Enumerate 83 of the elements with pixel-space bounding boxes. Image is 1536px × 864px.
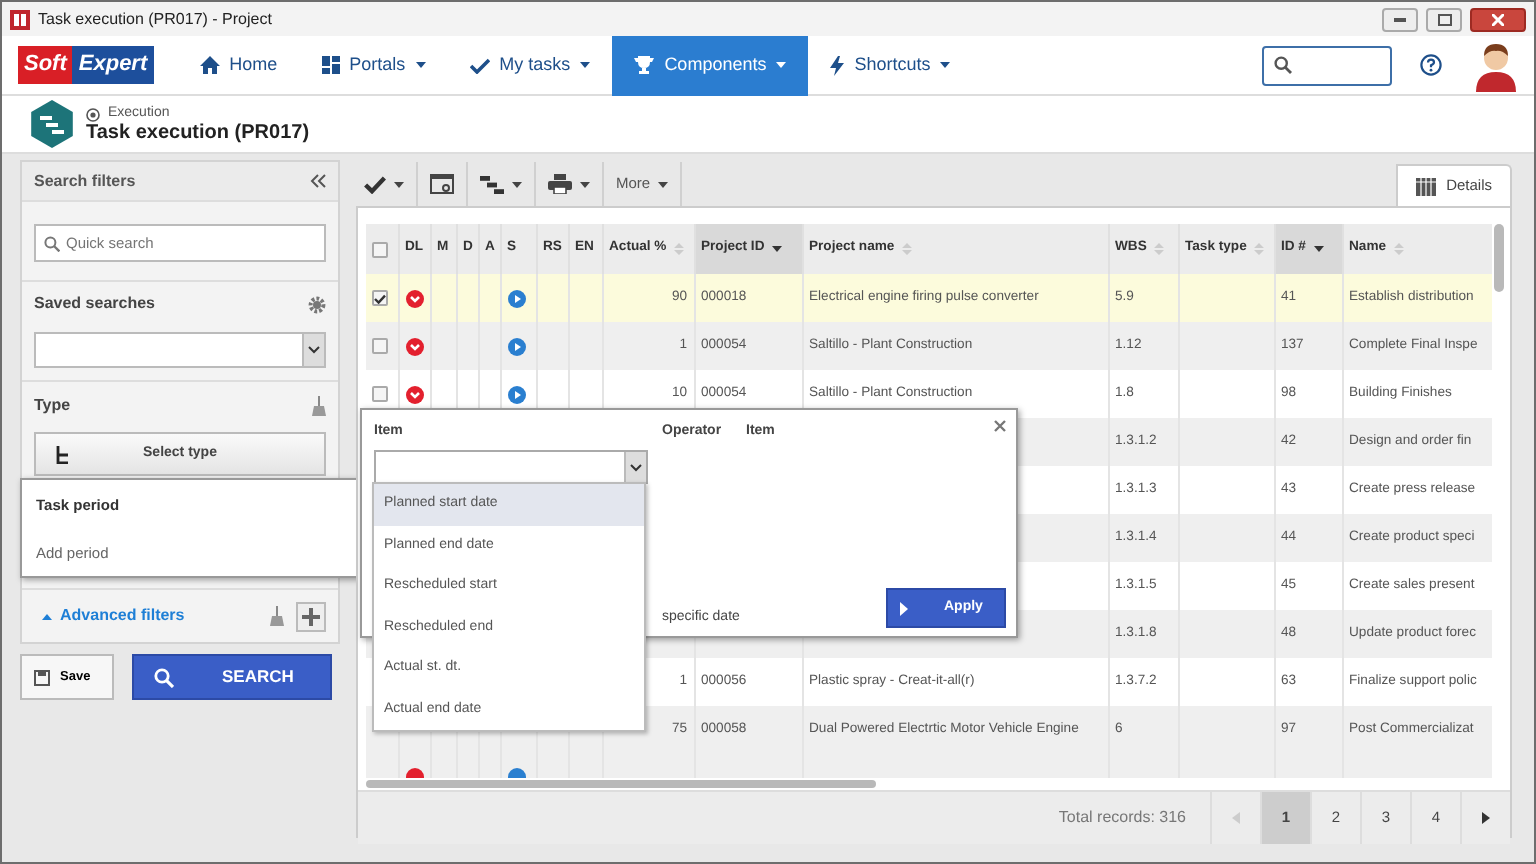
row-checkbox[interactable] <box>372 290 388 306</box>
window-title: Task execution (PR017) - Project <box>38 7 272 31</box>
avatar-icon <box>1474 38 1518 92</box>
check-icon <box>469 57 490 73</box>
overdue-icon <box>405 337 423 355</box>
sort-descending-icon <box>772 246 783 252</box>
search-icon <box>1274 56 1292 74</box>
circle-dot-icon <box>86 107 100 121</box>
caret-icon <box>580 181 590 187</box>
maximize-button[interactable] <box>1426 7 1462 31</box>
caret-icon <box>580 62 591 68</box>
search-field[interactable] <box>1262 45 1392 85</box>
row-checkbox[interactable] <box>372 338 388 354</box>
overdue-icon <box>405 385 423 403</box>
collapse-button[interactable] <box>310 174 326 188</box>
close-icon <box>994 420 1006 432</box>
close-button[interactable] <box>1470 7 1526 31</box>
double-chevron-icon <box>310 174 326 188</box>
nav-item[interactable]: Shortcuts <box>808 35 973 95</box>
columns-icon <box>1416 177 1437 195</box>
play-icon <box>507 289 525 307</box>
check-icon <box>364 175 386 193</box>
play-icon <box>507 337 525 355</box>
caret-up-icon <box>42 613 52 619</box>
section-label: Type <box>34 394 71 418</box>
next-icon <box>1482 812 1490 824</box>
window-icon <box>430 174 454 194</box>
trophy-icon <box>634 56 655 74</box>
search-icon <box>44 236 60 252</box>
chevron-down-icon <box>630 463 642 471</box>
app-icon <box>10 9 30 29</box>
scrollbar-thumb[interactable] <box>1494 224 1504 292</box>
nav-item[interactable]: Home <box>177 35 300 95</box>
save-icon <box>34 669 50 685</box>
broom-icon <box>312 396 326 416</box>
advanced-filters-toggle[interactable]: Advanced filters <box>42 604 185 628</box>
row-checkbox[interactable] <box>372 386 388 402</box>
sort-descending-icon <box>1313 246 1324 252</box>
sort-icon <box>1154 242 1165 256</box>
previous-icon <box>1232 812 1240 824</box>
nav-item[interactable]: Components <box>612 35 809 95</box>
caret-icon <box>415 62 426 68</box>
select-all-checkbox[interactable] <box>372 241 388 257</box>
sort-icon <box>1254 242 1265 256</box>
sort-icon <box>1394 242 1405 256</box>
close-icon <box>1492 13 1504 25</box>
caret-icon <box>776 62 787 68</box>
chevron-down-icon <box>308 346 320 354</box>
add-button[interactable] <box>296 601 326 631</box>
check-icon <box>374 293 386 303</box>
lightning-icon <box>830 55 845 75</box>
nav-item[interactable]: My tasks <box>447 35 613 95</box>
printer-icon <box>548 174 572 194</box>
section-label: Saved searches <box>34 292 155 316</box>
search-icon <box>154 667 174 687</box>
plus-icon <box>302 607 320 625</box>
caret-icon <box>940 62 951 68</box>
grid-icon <box>321 56 340 74</box>
panel-title: Search filters <box>34 169 136 193</box>
caret-icon <box>512 181 522 187</box>
home-icon <box>199 56 220 74</box>
total-records: Total records: 316 <box>1058 806 1186 830</box>
task-icon <box>30 100 74 148</box>
caret-icon <box>394 181 404 187</box>
gear-icon <box>308 295 326 313</box>
minimize-icon <box>1394 17 1406 21</box>
sort-icon <box>902 242 913 256</box>
minimize-button[interactable] <box>1382 7 1418 31</box>
hierarchy-icon <box>480 175 504 193</box>
sort-icon <box>674 242 685 256</box>
overdue-icon <box>405 289 423 307</box>
broom-icon <box>270 606 284 626</box>
maximize-icon <box>1437 13 1451 25</box>
play-icon <box>900 601 908 615</box>
tree-icon <box>56 446 70 464</box>
scrollbar-thumb[interactable] <box>366 780 876 788</box>
close-button[interactable] <box>994 420 1006 432</box>
help-icon <box>1420 54 1442 76</box>
play-icon <box>507 385 525 403</box>
caret-icon <box>658 181 669 187</box>
page-title: Task execution (PR017) <box>86 124 310 145</box>
search-button[interactable]: SEARCH <box>132 654 332 700</box>
nav-item[interactable]: Portals <box>299 35 448 95</box>
